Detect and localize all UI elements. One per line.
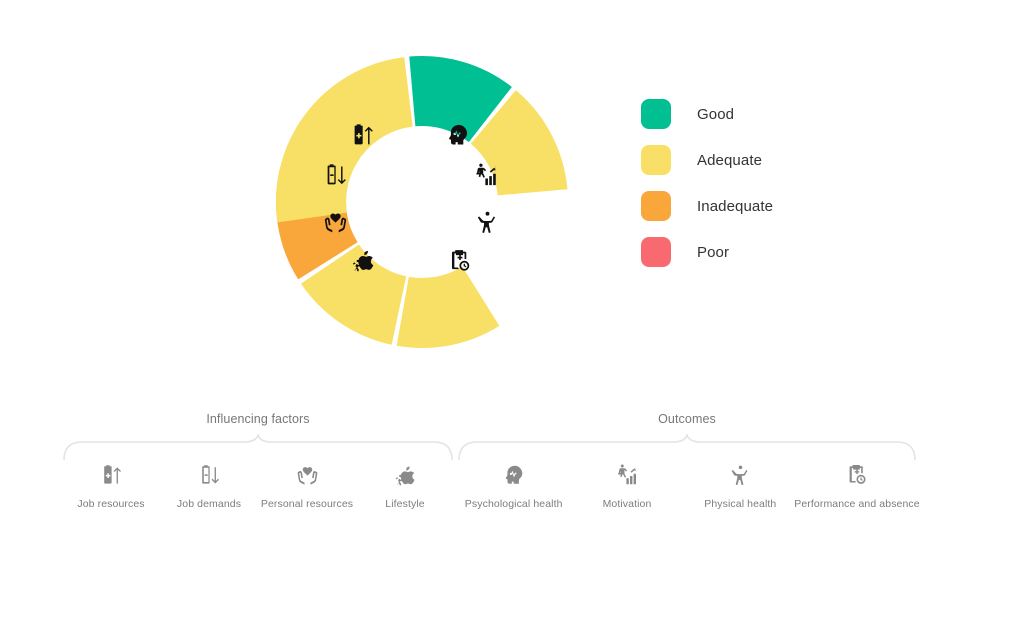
item-label-motivation: Motivation <box>602 498 652 510</box>
item-label-physical-health: Physical health <box>704 498 777 510</box>
group-title-outcomes: Outcomes <box>658 412 716 426</box>
center-icon-apple-running <box>350 247 377 279</box>
item-label-lifestyle: Lifestyle <box>385 498 425 510</box>
donut-svg <box>275 56 568 348</box>
item-label-job-resources: Job resources <box>77 498 145 510</box>
category-groups: Influencing factors Job resources Job de… <box>0 412 1024 532</box>
battery-down-icon <box>197 458 221 492</box>
item-motivation[interactable]: Motivation <box>570 458 683 510</box>
legend-item-poor[interactable]: Poor <box>641 237 773 267</box>
legend-swatch-inadequate <box>641 191 671 221</box>
items-influencing-factors: Job resources Job demands Personal resou… <box>62 458 454 510</box>
item-job-resources[interactable]: Job resources <box>62 458 160 510</box>
center-icon-battery-up <box>349 122 375 153</box>
item-lifestyle[interactable]: Lifestyle <box>356 458 454 510</box>
chart-canvas: Good Adequate Inadequate Poor Influencin… <box>0 0 1024 640</box>
legend-label-adequate: Adequate <box>697 151 763 169</box>
center-icon-person-arms-up <box>475 210 500 240</box>
brace-outcomes <box>458 434 916 460</box>
group-title-influencing-factors: Influencing factors <box>206 412 310 426</box>
center-icon-battery-down <box>322 162 348 193</box>
item-job-demands[interactable]: Job demands <box>160 458 258 510</box>
items-outcomes: Psychological health Motivation Physical… <box>457 458 920 510</box>
item-physical-health[interactable]: Physical health <box>684 458 797 510</box>
item-label-performance-and-absence: Performance and absence <box>794 498 920 510</box>
person-arms-up-icon <box>729 458 752 492</box>
legend-item-inadequate[interactable]: Inadequate <box>641 191 774 221</box>
center-icon-clipboard-clock <box>447 248 473 279</box>
center-icon-heart-in-hands <box>322 209 349 241</box>
heart-in-hands-icon <box>295 458 320 492</box>
item-personal-resources[interactable]: Personal resources <box>258 458 356 510</box>
center-icon-growth-chart-person <box>473 162 499 193</box>
item-label-personal-resources: Personal resources <box>260 498 354 510</box>
legend-swatch-adequate <box>641 145 671 175</box>
legend: Good Adequate Inadequate Poor <box>641 99 774 267</box>
legend-label-inadequate: Inadequate <box>697 197 774 215</box>
split-donut-chart <box>0 0 660 400</box>
legend-swatch-poor <box>641 237 671 267</box>
item-label-psychological-health: Psychological health <box>464 498 563 510</box>
legend-item-adequate[interactable]: Adequate <box>641 145 773 175</box>
battery-up-icon <box>99 458 123 492</box>
legend-item-good[interactable]: Good <box>641 99 773 129</box>
center-icon-head-pulse <box>445 122 471 153</box>
clipboard-clock-icon <box>845 458 869 492</box>
growth-chart-person-icon <box>615 458 639 492</box>
legend-label-good: Good <box>697 105 735 123</box>
legend-label-poor: Poor <box>697 243 730 261</box>
item-performance-and-absence[interactable]: Performance and absence <box>794 458 920 510</box>
item-label-job-demands: Job demands <box>176 498 242 510</box>
apple-running-icon <box>393 458 418 492</box>
head-pulse-icon <box>502 458 526 492</box>
item-psychological-health[interactable]: Psychological health <box>457 458 570 510</box>
brace-influencing-factors <box>63 434 453 460</box>
legend-swatch-good <box>641 99 671 129</box>
